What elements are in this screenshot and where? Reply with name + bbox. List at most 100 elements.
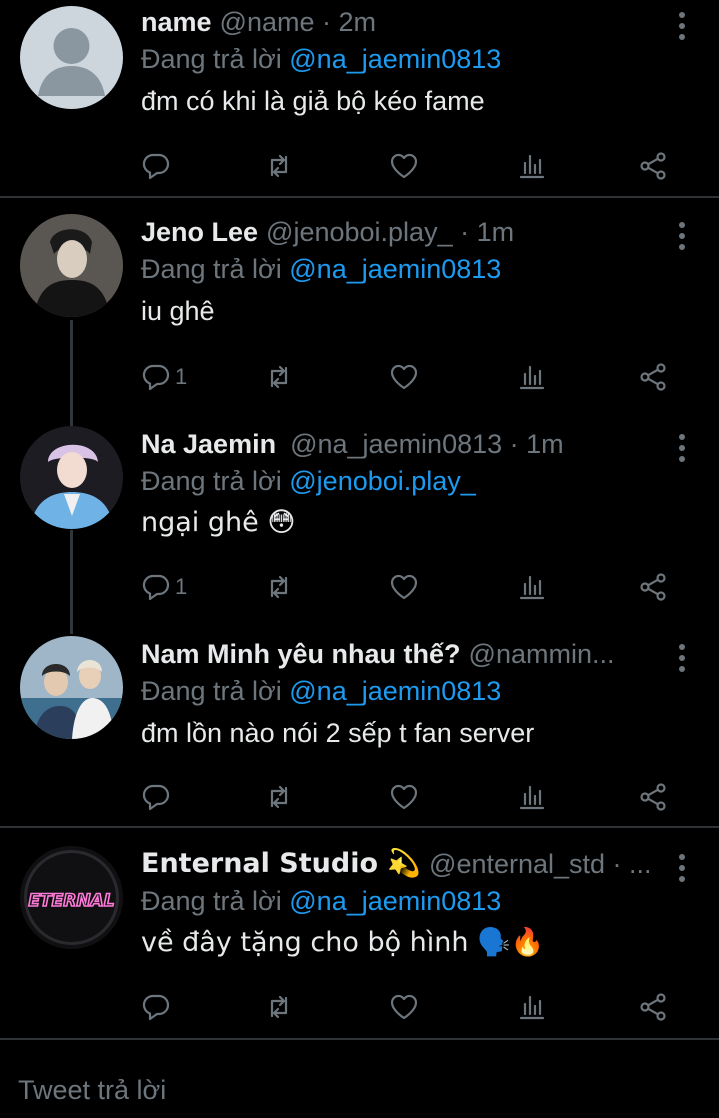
handle-time: @na_jaemin0813 · 1m	[290, 429, 564, 459]
reply-button[interactable]	[141, 990, 175, 1024]
reply-icon	[142, 153, 170, 180]
like-icon	[390, 574, 418, 600]
retweet-icon	[270, 995, 288, 1019]
divider	[0, 1038, 719, 1040]
like-icon	[390, 784, 418, 810]
stats-button[interactable]	[517, 570, 547, 604]
avatar[interactable]	[20, 214, 123, 317]
share-icon	[640, 152, 666, 180]
avatar[interactable]	[20, 426, 123, 529]
reply-context: Đang trả lời @na_jaemin0813	[141, 44, 502, 74]
retweet-icon	[270, 154, 288, 178]
tweet-text: iu ghê	[141, 296, 215, 326]
retweet-button[interactable]	[264, 990, 294, 1024]
share-button[interactable]	[638, 780, 668, 814]
like-icon	[390, 364, 418, 390]
more-icon[interactable]	[678, 12, 686, 40]
reply-tweet[interactable]: Nam Minh yêu nhau thế? @nammin... Đang tr…	[0, 618, 719, 826]
reply-button[interactable]	[141, 149, 175, 183]
handle-time: @name · 2m	[219, 7, 376, 37]
stats-button[interactable]	[517, 780, 547, 814]
more-icon[interactable]	[678, 854, 686, 882]
avatar[interactable]	[20, 6, 123, 109]
like-icon	[390, 153, 418, 179]
reply-button[interactable]: 1	[141, 570, 187, 604]
stats-icon	[519, 365, 545, 390]
mention-link[interactable]: @na_jaemin0813	[289, 254, 501, 284]
tweet-actions: 1	[141, 570, 681, 604]
retweet-icon	[270, 785, 288, 809]
more-icon[interactable]	[678, 434, 686, 462]
display-name[interactable]: name	[141, 5, 212, 39]
like-button[interactable]	[389, 570, 419, 604]
tweet-actions	[141, 990, 681, 1024]
stats-icon	[519, 575, 545, 600]
reply-count: 1	[175, 364, 188, 389]
avatar-logo-text: ETERNAL	[28, 891, 114, 911]
share-icon	[640, 993, 666, 1021]
reply-icon	[142, 994, 170, 1021]
more-icon[interactable]	[678, 222, 686, 250]
retweet-button[interactable]	[264, 570, 294, 604]
display-name[interactable]: Enternal Studio 💫	[141, 847, 421, 881]
like-button[interactable]	[389, 990, 419, 1024]
stats-button[interactable]	[517, 990, 547, 1024]
reply-tweet[interactable]: ETERNAL Enternal Studio 💫 @enternal_std ·…	[0, 828, 719, 1038]
mention-link[interactable]: @na_jaemin0813	[289, 44, 501, 74]
reply-context: Đang trả lời @jenoboi.play_	[141, 466, 476, 496]
display-name[interactable]: Jeno Lee	[141, 215, 258, 249]
handle-time: @nammin...	[468, 639, 615, 669]
reply-count: 1	[175, 574, 188, 599]
mention-link[interactable]: @jenoboi.play_	[289, 466, 476, 496]
tweet-text: đm lồn nào nói 2 sếp t fan server	[141, 718, 535, 748]
retweet-button[interactable]	[264, 780, 294, 814]
like-icon	[390, 994, 418, 1020]
mention-link[interactable]: @na_jaemin0813	[289, 886, 501, 916]
retweet-icon	[270, 575, 288, 599]
stats-icon	[519, 995, 545, 1020]
share-icon	[640, 573, 666, 601]
reply-context: Đang trả lời @na_jaemin0813	[141, 254, 502, 284]
share-button[interactable]	[638, 360, 668, 394]
handle-time: @enternal_std · ...	[429, 849, 652, 879]
retweet-button[interactable]	[264, 360, 294, 394]
like-button[interactable]	[389, 780, 419, 814]
reply-button[interactable]: 1	[141, 360, 187, 394]
handle-time: @jenoboi.play_ · 1m	[266, 217, 515, 247]
tweet-actions: 1	[141, 360, 681, 394]
mention-link[interactable]: @na_jaemin0813	[289, 676, 501, 706]
reply-composer	[0, 1066, 719, 1118]
reply-icon	[142, 364, 170, 391]
reply-context: Đang trả lời @na_jaemin0813	[141, 676, 502, 706]
retweet-icon	[270, 365, 288, 389]
reply-icon	[142, 784, 170, 811]
reply-tweet[interactable]: name @name · 2m Đang trả lời @na_jaemin08…	[0, 0, 719, 196]
tweet-actions	[141, 149, 681, 183]
more-icon[interactable]	[678, 644, 686, 672]
stats-icon	[519, 154, 545, 179]
display-name[interactable]: Nam Minh yêu nhau thế?	[141, 637, 461, 671]
reply-input[interactable]	[18, 1070, 698, 1110]
avatar[interactable]	[20, 636, 123, 739]
share-button[interactable]	[638, 149, 668, 183]
share-icon	[640, 363, 666, 391]
stats-button[interactable]	[517, 360, 547, 394]
stats-button[interactable]	[517, 149, 547, 183]
like-button[interactable]	[389, 149, 419, 183]
reply-icon	[142, 574, 170, 601]
tweet-text: đm có khi là giả bộ kéo fame	[141, 86, 485, 116]
share-button[interactable]	[638, 570, 668, 604]
avatar[interactable]: ETERNAL	[20, 846, 123, 949]
tweet-text: về đây tặng cho bộ hình 🗣️🔥	[141, 927, 545, 958]
like-button[interactable]	[389, 360, 419, 394]
reply-tweet[interactable]: Na Jaemin @na_jaemin0813 · 1m Đang trả lờ…	[0, 408, 719, 622]
tweet-text: ngại ghê 😳	[141, 507, 296, 538]
reply-tweet[interactable]: Jeno Lee @jenoboi.play_ · 1m Đang trả lời…	[0, 198, 719, 412]
share-button[interactable]	[638, 990, 668, 1024]
display-name[interactable]: Na Jaemin	[141, 427, 276, 461]
share-icon	[640, 783, 666, 811]
retweet-button[interactable]	[264, 149, 294, 183]
reply-button[interactable]	[141, 780, 175, 814]
reply-context: Đang trả lời @na_jaemin0813	[141, 886, 502, 916]
tweet-actions	[141, 780, 681, 814]
